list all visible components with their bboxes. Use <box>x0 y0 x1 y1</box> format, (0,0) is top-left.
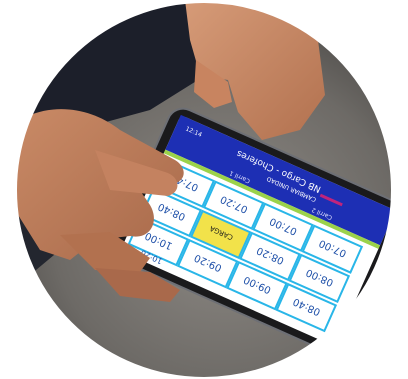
phone-photo: NB Cargo - Choferes CAMBIAR UNIDAD 12:14… <box>0 0 408 379</box>
